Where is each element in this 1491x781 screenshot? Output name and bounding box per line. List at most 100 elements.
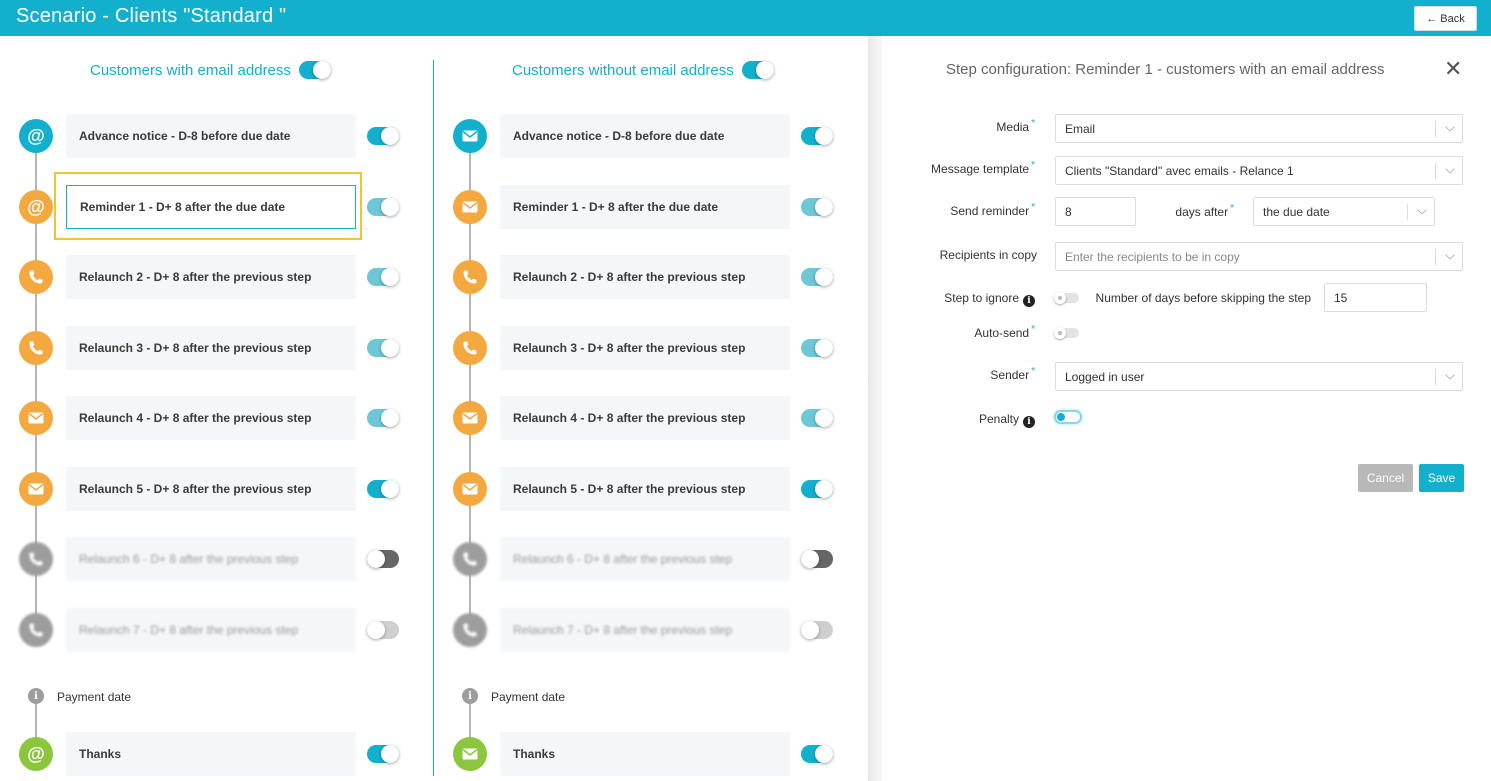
step-card[interactable]: Relaunch 6 - D+ 8 after the previous ste… <box>500 537 790 581</box>
step-toggle[interactable] <box>367 268 399 286</box>
top-bar: Scenario - Clients "Standard " ← Back <box>0 0 1491 36</box>
auto-send-toggle[interactable] <box>1054 327 1079 339</box>
page-title: Scenario - Clients "Standard " <box>16 5 287 27</box>
penalty-toggle[interactable] <box>1054 410 1082 424</box>
step-toggle[interactable] <box>801 550 833 568</box>
column-header-without-email: Customers without email address <box>512 61 774 79</box>
recipients-input[interactable]: Enter the recipients to be in copy <box>1055 242 1463 271</box>
step-card[interactable]: Relaunch 5 - D+ 8 after the previous ste… <box>500 467 790 511</box>
step-card[interactable]: Reminder 1 - D+ 8 after the due date <box>500 185 790 229</box>
chevron-down-icon <box>1445 164 1455 174</box>
chevron-down-icon <box>1445 370 1455 380</box>
step-toggle-thanks[interactable] <box>801 745 833 763</box>
info-icon: i <box>1023 416 1035 428</box>
sender-value: Logged in user <box>1065 369 1145 384</box>
step-toggle[interactable] <box>367 621 399 639</box>
step-toggle[interactable] <box>801 480 833 498</box>
phone-icon <box>453 260 487 294</box>
step-card[interactable]: Relaunch 7 - D+ 8 after the previous ste… <box>66 608 356 652</box>
step-card[interactable]: Advance notice - D-8 before due date <box>500 114 790 158</box>
step-toggle[interactable] <box>801 621 833 639</box>
column-divider <box>433 60 434 776</box>
phone-icon <box>453 613 487 647</box>
column-title-without-email: Customers without email address <box>512 61 734 79</box>
config-panel-title: Step configuration: Reminder 1 - custome… <box>946 61 1385 78</box>
skip-days-input[interactable]: 15 <box>1324 283 1427 312</box>
column-header-with-email: Customers with email address <box>90 61 331 79</box>
save-button[interactable]: Save <box>1419 464 1464 492</box>
days-after-select[interactable]: the due date <box>1253 197 1435 226</box>
days-after-label: days after * <box>1175 203 1234 219</box>
step-to-ignore-toggle[interactable] <box>1054 292 1079 304</box>
at-icon: @ <box>19 190 53 224</box>
step-toggle[interactable] <box>801 198 833 216</box>
step-card[interactable]: Relaunch 4 - D+ 8 after the previous ste… <box>66 396 356 440</box>
column-toggle-with-email[interactable] <box>298 61 331 79</box>
info-icon: i <box>462 688 478 704</box>
phone-icon <box>19 613 53 647</box>
step-card[interactable]: Relaunch 2 - D+ 8 after the previous ste… <box>66 255 356 299</box>
column-title-with-email: Customers with email address <box>90 61 291 79</box>
chevron-down-icon <box>1445 122 1455 132</box>
envelope-icon <box>19 472 53 506</box>
phone-icon <box>19 331 53 365</box>
step-toggle[interactable] <box>801 409 833 427</box>
media-label: Media * <box>996 118 1035 134</box>
at-icon: @ <box>19 737 53 771</box>
media-value: Email <box>1065 121 1096 136</box>
step-toggle[interactable] <box>367 339 399 357</box>
cancel-button[interactable]: Cancel <box>1358 464 1413 492</box>
step-card-thanks[interactable]: Thanks <box>500 732 790 776</box>
payment-date-label: Payment date <box>491 690 566 704</box>
days-after-value: the due date <box>1263 204 1330 219</box>
phone-icon <box>453 542 487 576</box>
step-card[interactable]: Relaunch 6 - D+ 8 after the previous ste… <box>66 537 356 581</box>
sender-label: Sender * <box>990 366 1035 382</box>
step-toggle[interactable] <box>801 268 833 286</box>
step-card[interactable]: Relaunch 3 - D+ 8 after the previous ste… <box>500 326 790 370</box>
step-card-thanks[interactable]: Thanks <box>66 732 356 776</box>
recipients-label: Recipients in copy <box>939 248 1037 262</box>
step-card[interactable]: Relaunch 3 - D+ 8 after the previous ste… <box>66 326 356 370</box>
step-toggle[interactable] <box>367 127 399 145</box>
send-reminder-label: Send reminder * <box>950 202 1035 218</box>
recipients-placeholder: Enter the recipients to be in copy <box>1065 249 1240 264</box>
step-toggle[interactable] <box>801 339 833 357</box>
step-toggle[interactable] <box>367 198 399 216</box>
chevron-down-icon <box>1445 250 1455 260</box>
back-button[interactable]: ← Back <box>1414 6 1477 31</box>
template-value: Clients "Standard" avec emails - Relance… <box>1065 163 1294 178</box>
skip-days-label: Number of days before skipping the step <box>1095 291 1311 305</box>
step-toggle[interactable] <box>367 480 399 498</box>
step-card[interactable]: Relaunch 2 - D+ 8 after the previous ste… <box>500 255 790 299</box>
media-select[interactable]: Email <box>1055 114 1463 143</box>
phone-icon <box>19 260 53 294</box>
step-toggle-thanks[interactable] <box>367 745 399 763</box>
template-select[interactable]: Clients "Standard" avec emails - Relance… <box>1055 156 1463 185</box>
phone-icon <box>453 331 487 365</box>
envelope-icon <box>453 401 487 435</box>
sender-select[interactable]: Logged in user <box>1055 362 1463 391</box>
column-toggle-without-email[interactable] <box>741 61 774 79</box>
auto-send-label: Auto-send * <box>974 324 1035 340</box>
step-card[interactable]: Reminder 1 - D+ 8 after the due date <box>66 185 356 229</box>
step-toggle[interactable] <box>801 127 833 145</box>
step-to-ignore-label: Step to ignore i <box>944 291 1035 307</box>
step-card[interactable]: Advance notice - D-8 before due date <box>66 114 356 158</box>
envelope-icon <box>453 737 487 771</box>
close-icon[interactable]: ✕ <box>1444 58 1462 80</box>
envelope-icon <box>453 472 487 506</box>
panel-separator <box>868 36 882 781</box>
payment-date-label: Payment date <box>57 690 132 704</box>
send-reminder-days-input[interactable]: 8 <box>1055 197 1136 226</box>
template-label: Message template * <box>931 160 1035 176</box>
step-toggle[interactable] <box>367 550 399 568</box>
at-icon: @ <box>19 119 53 153</box>
step-toggle[interactable] <box>367 409 399 427</box>
step-card[interactable]: Relaunch 4 - D+ 8 after the previous ste… <box>500 396 790 440</box>
step-card[interactable]: Relaunch 7 - D+ 8 after the previous ste… <box>500 608 790 652</box>
envelope-icon <box>453 119 487 153</box>
step-card[interactable]: Relaunch 5 - D+ 8 after the previous ste… <box>66 467 356 511</box>
chevron-down-icon <box>1417 205 1427 215</box>
envelope-icon <box>19 401 53 435</box>
